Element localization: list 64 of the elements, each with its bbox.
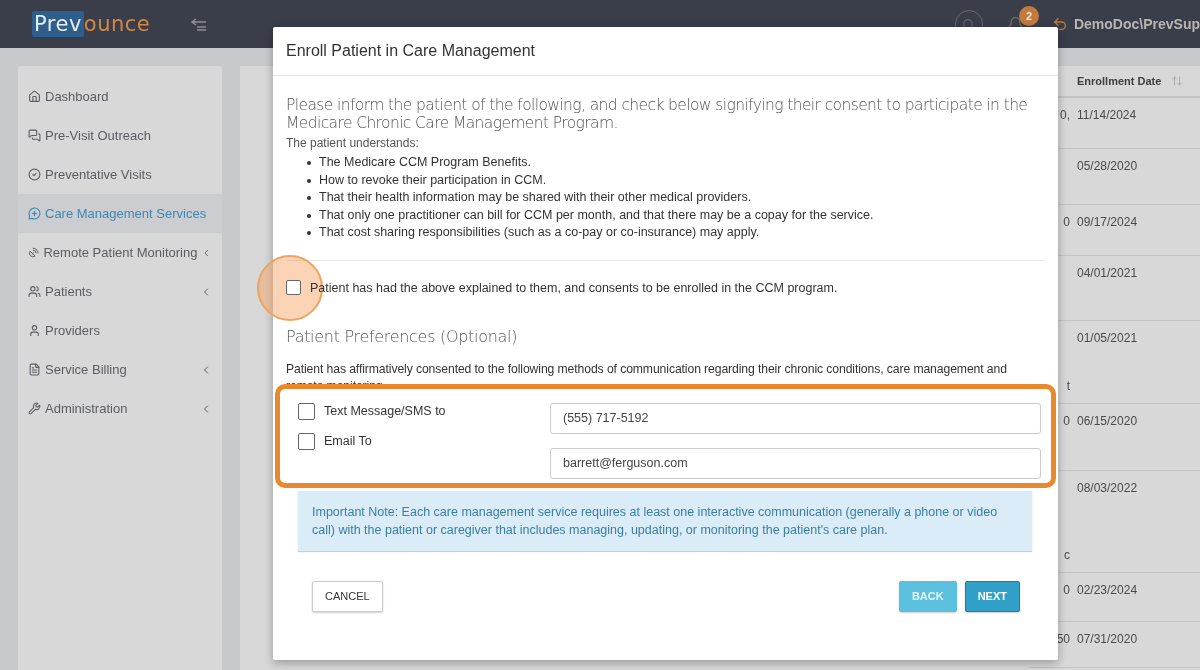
bullet-text: How to revoke their participation in CCM. xyxy=(319,171,547,189)
table-cell: 0 xyxy=(1063,215,1070,229)
table-cell-text: 09/17/2024 xyxy=(1077,215,1138,231)
document-icon xyxy=(28,363,41,376)
notification-badge: 2 xyxy=(1018,5,1039,26)
table-cell-text: 07/31/2020 xyxy=(1077,632,1138,648)
return-arrow-icon[interactable] xyxy=(1051,16,1068,32)
sidebar-item[interactable]: Service Billing xyxy=(18,350,222,389)
chat-bubbles-icon xyxy=(28,129,41,142)
dialog-title: Enroll Patient in Care Management xyxy=(286,42,536,60)
table-cell: 0, xyxy=(1060,108,1070,122)
home-icon xyxy=(28,90,41,103)
method-checkbox[interactable] xyxy=(298,432,315,450)
collapse-menu-icon[interactable] xyxy=(190,16,209,32)
intro-text: Please inform the patient of the following, and check below signifying their consent to participate in the Medicare Chronic Care Management Program. xyxy=(286,96,1029,132)
method-label: Text Message/SMS to xyxy=(324,404,446,418)
table-cell: 0 xyxy=(1063,414,1070,428)
bullet-text: The Medicare CCM Program Benefits. xyxy=(319,154,531,171)
bullet-dot xyxy=(307,213,311,218)
sidebar-item[interactable]: Preventative Visits xyxy=(18,155,222,194)
table-cell-text: 08/03/2022 xyxy=(1077,481,1138,497)
prevounce-logo: Prevounce xyxy=(32,11,151,37)
bullet-dot xyxy=(307,196,311,200)
table-cell: 50 xyxy=(1056,632,1070,646)
contact-field[interactable]: (555) 717-5192 xyxy=(550,402,1041,434)
sidebar-item[interactable]: Patients xyxy=(18,272,222,311)
bullet-text: That their health information may be shared with their other medical providers. xyxy=(319,189,752,206)
sidebar-item[interactable]: Pre-Visit Outreach xyxy=(18,116,222,155)
table-cell: t xyxy=(1066,379,1070,393)
next-button[interactable]: NEXT xyxy=(964,580,1020,612)
users-icon xyxy=(28,285,41,298)
bullet-dot xyxy=(307,161,311,165)
sidebar-item[interactable]: Providers xyxy=(18,311,222,350)
method-label: Email To xyxy=(324,434,372,448)
important-note: Important Note: Each care management service requires at least one interactive communication (generally a phone or video call) with the patient or caregiver that includes managing, updating, or monitoring the patient's care plan. xyxy=(298,490,1032,551)
table-cell-text: 02/23/2024 xyxy=(1077,583,1138,599)
sidebar-item[interactable]: Care Management Services xyxy=(18,194,222,233)
user-icon xyxy=(28,324,41,337)
wrench-icon xyxy=(28,402,41,415)
bullet-dot xyxy=(307,231,311,235)
consent-checkbox[interactable] xyxy=(286,280,301,295)
table-cell: c xyxy=(1064,548,1070,562)
table-cell-text: 11/14/2024 xyxy=(1077,108,1137,124)
user-link[interactable]: DemoDoc\PrevSup xyxy=(1073,16,1200,32)
satellite-dish-icon xyxy=(28,246,40,259)
check-circle-icon xyxy=(28,168,41,181)
bullet-text: That only one practitioner can bill for CCM per month, and that there may be a copay for the service. xyxy=(319,206,874,224)
bullet-text: That cost sharing responsibilities (such as a co-pay or co-insurance) may apply. xyxy=(319,224,760,241)
table-cell: 0 xyxy=(1063,583,1070,597)
sidebar-item[interactable]: Remote Patient Monitoring xyxy=(18,233,222,272)
subtitle-text: The patient understands: xyxy=(286,136,420,150)
column-header[interactable]: Enrollment Date xyxy=(1077,75,1184,87)
table-cell-text: 01/05/2021 xyxy=(1077,331,1138,347)
table-cell-text: 05/28/2020 xyxy=(1077,159,1138,175)
method-checkbox[interactable] xyxy=(298,402,315,420)
chat-plus-icon xyxy=(28,207,41,220)
sidebar-item[interactable]: Administration xyxy=(18,389,222,428)
contact-field[interactable]: barrett@ferguson.com xyxy=(550,447,1041,479)
table-cell-text: 04/01/2021 xyxy=(1077,266,1138,282)
sidebar-item[interactable]: Dashboard xyxy=(18,77,222,116)
table-cell-text: 06/15/2020 xyxy=(1077,414,1138,430)
preferences-title: Patient Preferences (Optional) xyxy=(286,326,519,346)
bullet-dot xyxy=(307,178,311,183)
cancel-button[interactable]: CANCEL xyxy=(312,580,383,612)
